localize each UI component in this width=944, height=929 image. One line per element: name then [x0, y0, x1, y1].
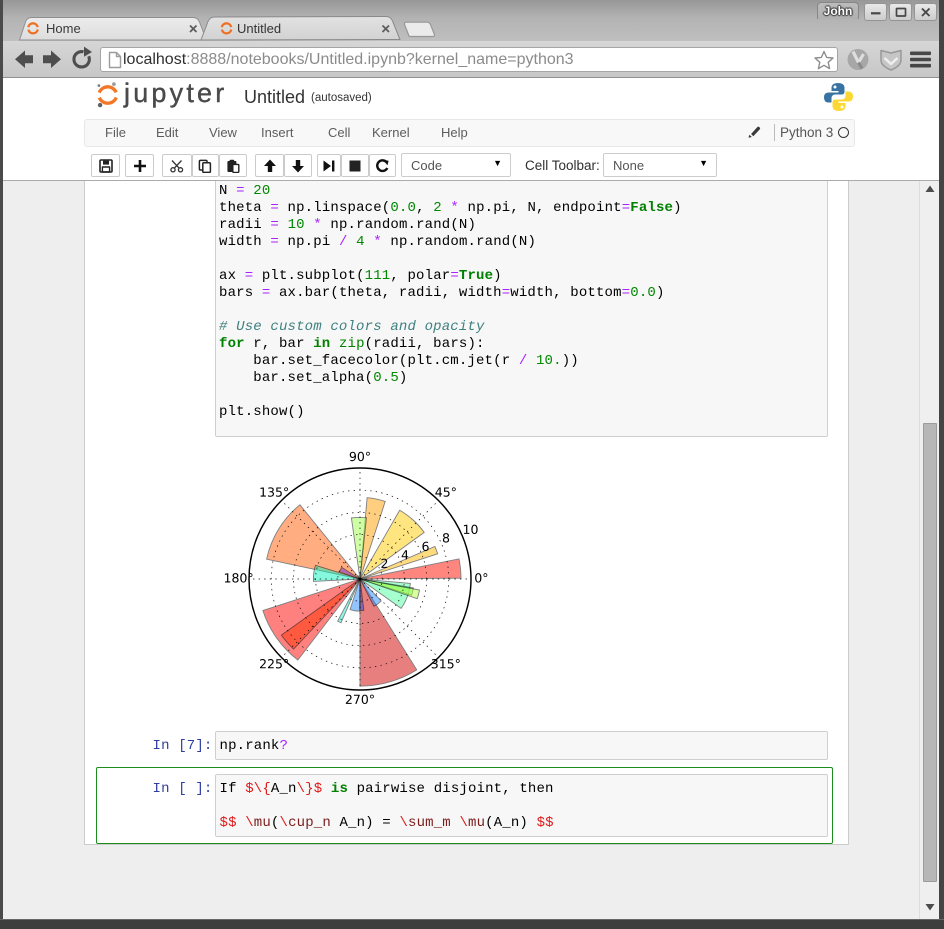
svg-text:Home: Home	[46, 21, 81, 36]
svg-text:Untitled: Untitled	[237, 21, 281, 36]
